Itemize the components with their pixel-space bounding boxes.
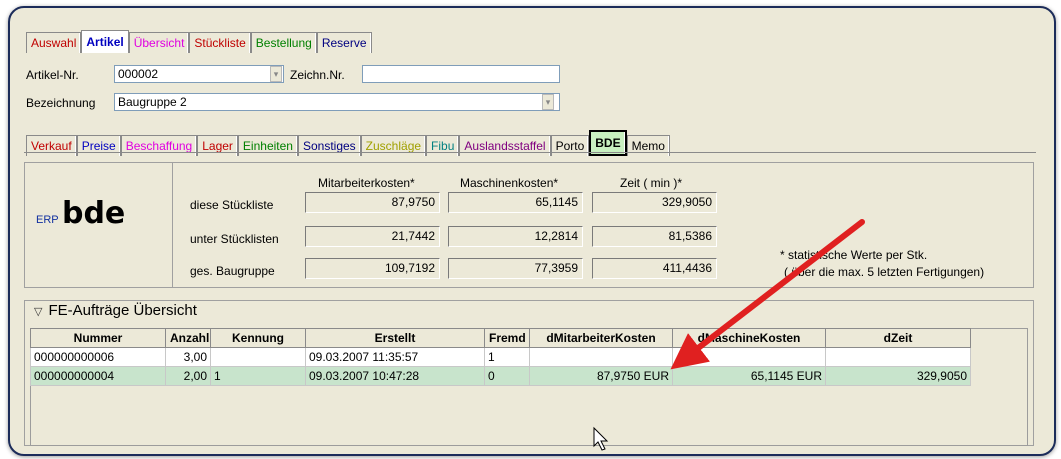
red-arrow-annotation xyxy=(670,219,865,370)
annotation-overlay xyxy=(593,219,865,451)
mouse-cursor-icon xyxy=(593,426,609,451)
